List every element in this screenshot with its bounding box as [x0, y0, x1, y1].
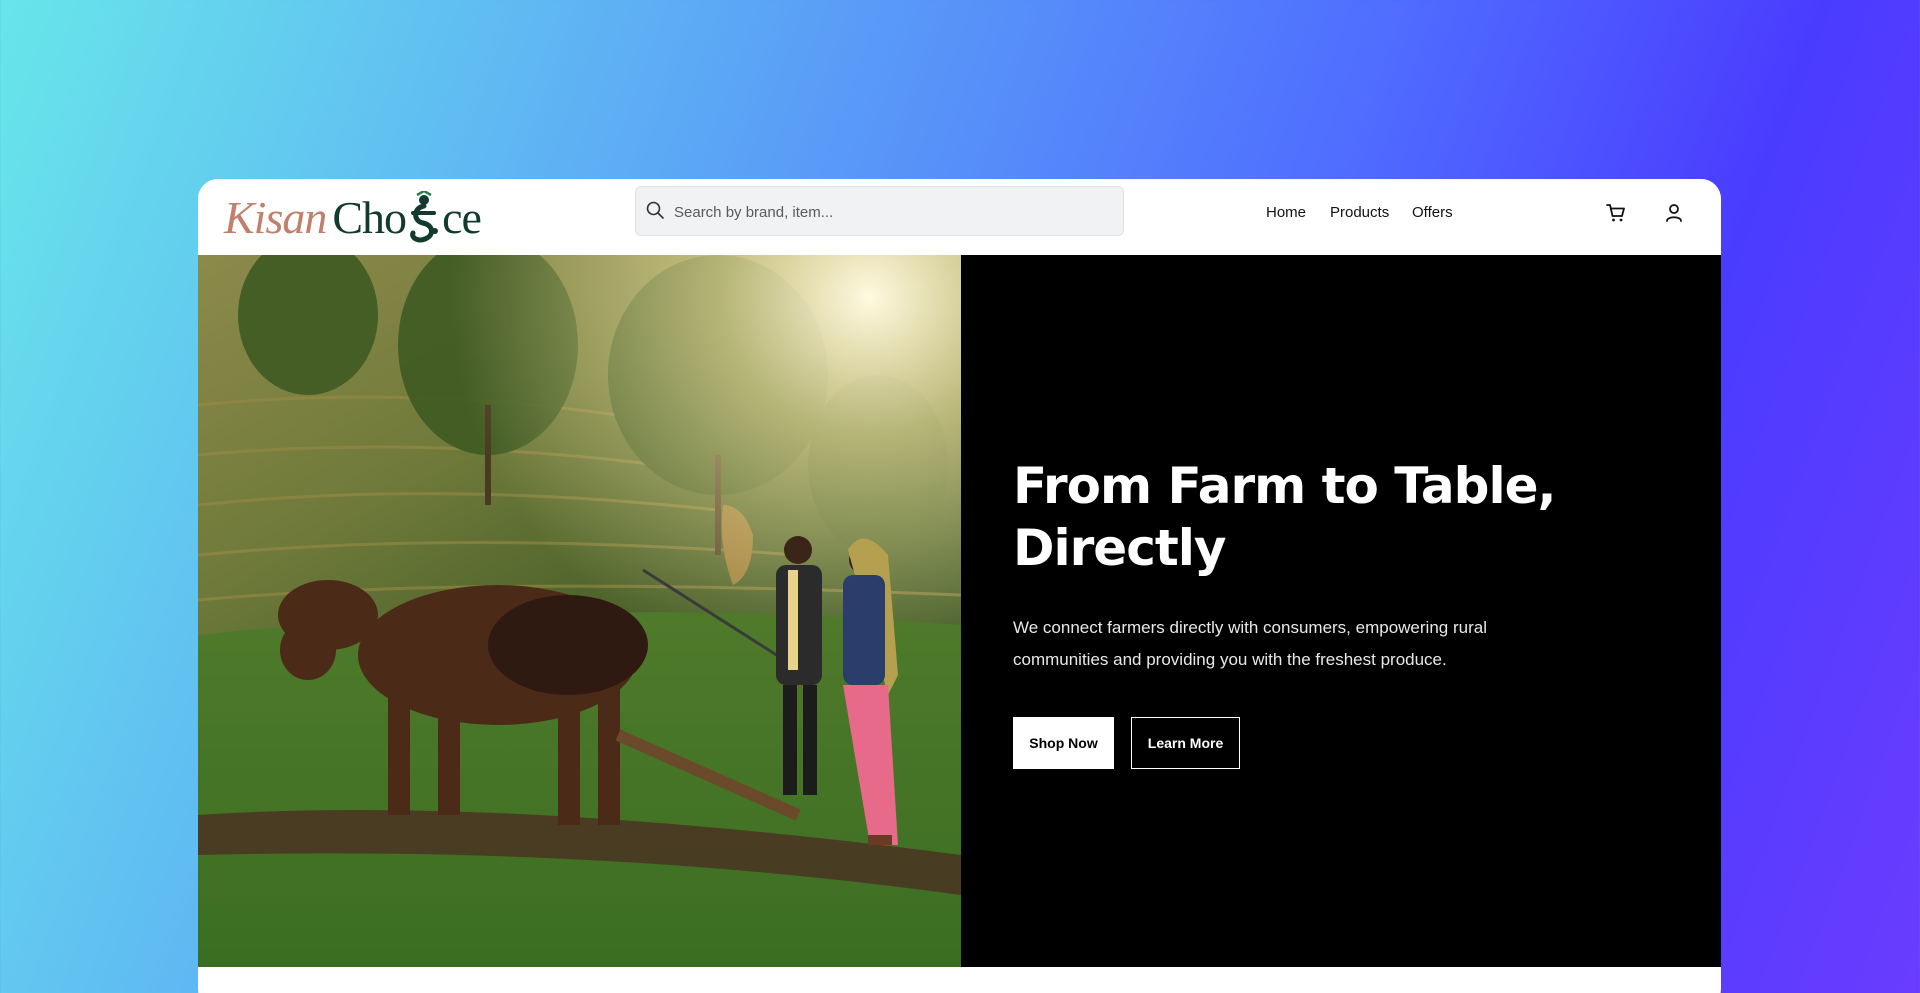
brand-logo-choice: Cho ce [332, 191, 482, 244]
brand-logo-kisan: Kisan [224, 191, 327, 243]
hero-title-line-1: From Farm to Table, [1013, 457, 1556, 515]
brand-logo-choice-end: ce [442, 191, 482, 243]
top-navbar: Kisan Cho ce Home Products Of [198, 179, 1721, 255]
nav-offers-link[interactable]: Offers [1412, 204, 1453, 221]
nav-products-link[interactable]: Products [1330, 204, 1389, 221]
hero-description-line-1: We connect farmers directly with consume… [1013, 618, 1487, 637]
hero-description: We connect farmers directly with consume… [1013, 612, 1513, 676]
account-button[interactable] [1662, 201, 1686, 225]
brand-logo-choice-start: Cho [332, 191, 407, 243]
hero-panel: From Farm to Table, Directly We connect … [961, 255, 1721, 967]
farmer-figure-icon [410, 191, 439, 243]
hero-title-line-2: Directly [1013, 519, 1226, 577]
search-input[interactable] [672, 187, 1116, 237]
user-icon [1666, 204, 1682, 222]
hero-image-farmers-plowing [198, 255, 961, 967]
shop-now-button[interactable]: Shop Now [1013, 717, 1114, 769]
cart-icon [1606, 204, 1625, 222]
hero-description-line-2: communities and providing you with the f… [1013, 650, 1447, 669]
browser-window: Kisan Cho ce Home Products Of [198, 179, 1721, 993]
nav-home-link[interactable]: Home [1266, 204, 1306, 221]
cart-button[interactable] [1604, 201, 1628, 225]
learn-more-button[interactable]: Learn More [1131, 717, 1240, 769]
brand-logo[interactable]: Kisan Cho ce [224, 189, 482, 245]
hero-title: From Farm to Table, Directly [1013, 455, 1613, 579]
search-bar [635, 186, 1124, 237]
search-icon [646, 201, 664, 219]
